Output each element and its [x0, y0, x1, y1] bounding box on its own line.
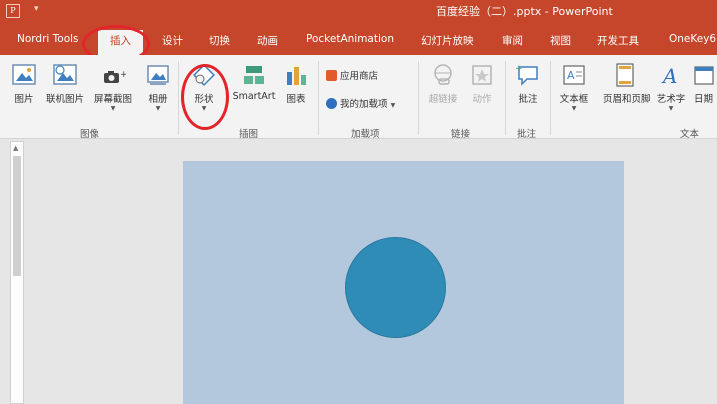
store-button[interactable]: 应用商店	[326, 68, 378, 82]
action-label: 动作	[472, 94, 492, 105]
photo-album-label: 相册	[148, 94, 168, 105]
textbox-icon: A	[563, 65, 585, 85]
group-label-text: 文本	[680, 129, 700, 140]
tab-animations[interactable]: 动画	[257, 33, 278, 48]
chart-label: 图表	[286, 94, 306, 105]
group-label-illustrations: 插图	[239, 129, 259, 140]
photo-album-icon	[147, 65, 169, 85]
my-addins-dropdown-icon: ▼	[390, 102, 396, 109]
group-divider	[550, 61, 551, 135]
scroll-up-icon[interactable]: ▲	[13, 144, 18, 152]
tab-review[interactable]: 审阅	[502, 33, 523, 48]
tab-slideshow[interactable]: 幻灯片放映	[421, 33, 474, 48]
svg-text:+: +	[120, 70, 126, 80]
online-picture-button[interactable]: 联机图片	[45, 59, 85, 121]
group-divider	[318, 61, 319, 135]
online-picture-icon	[53, 64, 77, 85]
svg-text:A: A	[567, 69, 575, 82]
textbox-button[interactable]: A 文本框 ▼	[554, 59, 594, 121]
header-footer-button[interactable]: 页眉和页脚	[603, 59, 651, 121]
group-divider	[418, 61, 419, 135]
action-button[interactable]: 动作	[462, 59, 502, 121]
screenshot-label: 屏幕截图	[93, 94, 132, 105]
annotation-circle-shapes	[181, 64, 229, 130]
tab-view[interactable]: 视图	[550, 33, 571, 48]
hyperlink-icon	[434, 64, 452, 85]
my-addins-button[interactable]: 我的加载项 ▼	[326, 96, 395, 110]
ribbon-panel: 图片 联机图片 + 屏幕截图 ▼ 相册 ▼ 图像 形状 ▼ SmartArt 图…	[0, 55, 717, 140]
comment-label: 批注	[518, 94, 538, 105]
header-footer-icon	[616, 63, 634, 87]
tab-developer[interactable]: 开发工具	[597, 33, 639, 48]
wordart-icon: A	[661, 64, 677, 88]
circle-shape[interactable]	[345, 237, 446, 338]
wordart-dropdown-icon: ▼	[668, 105, 674, 112]
svg-text:A: A	[661, 64, 677, 88]
textbox-label: 文本框	[559, 94, 589, 105]
action-icon	[472, 65, 492, 85]
tab-nordri-tools[interactable]: Nordri Tools	[17, 33, 79, 45]
svg-text:+: +	[515, 64, 523, 74]
tab-onekey[interactable]: OneKey6	[669, 33, 716, 45]
group-divider	[505, 61, 506, 135]
window-title: 百度经验（二）.pptx - PowerPoint	[436, 5, 613, 18]
tab-design[interactable]: 设计	[162, 33, 183, 48]
store-icon	[326, 70, 337, 81]
textbox-dropdown-icon: ▼	[571, 105, 577, 112]
powerpoint-app-icon[interactable]: P	[6, 4, 20, 18]
scrollbar-thumb[interactable]	[13, 156, 21, 276]
picture-button[interactable]: 图片	[4, 59, 44, 121]
powerpoint-window: P ▾ 百度经验（二）.pptx - PowerPoint Nordri Too…	[0, 0, 717, 404]
date-time-label: 日期	[693, 94, 713, 105]
group-label-comments: 批注	[517, 129, 537, 140]
title-bar: P ▾ 百度经验（二）.pptx - PowerPoint	[0, 0, 717, 22]
group-label-images: 图像	[80, 129, 100, 140]
smartart-icon	[244, 66, 264, 84]
my-addins-label: 我的加载项	[340, 99, 388, 110]
screenshot-dropdown-icon: ▼	[110, 105, 116, 112]
screenshot-button[interactable]: + 屏幕截图 ▼	[93, 59, 133, 121]
date-time-icon	[693, 66, 714, 85]
comment-icon: +	[515, 64, 538, 86]
group-divider	[178, 61, 179, 135]
hyperlink-label: 超链接	[428, 94, 458, 105]
picture-label: 图片	[14, 94, 34, 105]
smartart-label: SmartArt	[232, 91, 276, 102]
vertical-scrollbar[interactable]: ▲	[10, 141, 24, 404]
tab-transitions[interactable]: 切换	[209, 33, 230, 48]
wordart-label: 艺术字	[656, 94, 686, 105]
quick-access-dropdown-icon[interactable]: ▾	[34, 4, 39, 14]
chart-icon	[287, 67, 306, 85]
hyperlink-button[interactable]: 超链接	[423, 59, 463, 121]
tab-pocketanimation[interactable]: PocketAnimation	[306, 33, 394, 45]
online-picture-label: 联机图片	[45, 94, 84, 105]
store-label: 应用商店	[340, 71, 379, 82]
header-footer-label: 页眉和页脚	[603, 94, 651, 105]
my-addins-icon	[326, 98, 337, 109]
screenshot-icon: +	[104, 70, 126, 83]
wordart-button[interactable]: A 艺术字 ▼	[651, 59, 691, 121]
group-label-links: 链接	[451, 129, 471, 140]
date-time-button[interactable]: 日期	[690, 59, 717, 121]
chart-button[interactable]: 图表	[276, 59, 316, 121]
smartart-button[interactable]: SmartArt	[231, 59, 277, 121]
picture-icon	[12, 64, 36, 85]
group-label-addins: 加载项	[351, 129, 380, 140]
photo-album-dropdown-icon: ▼	[155, 105, 161, 112]
comment-button[interactable]: + 批注	[508, 59, 548, 121]
photo-album-button[interactable]: 相册 ▼	[138, 59, 178, 121]
